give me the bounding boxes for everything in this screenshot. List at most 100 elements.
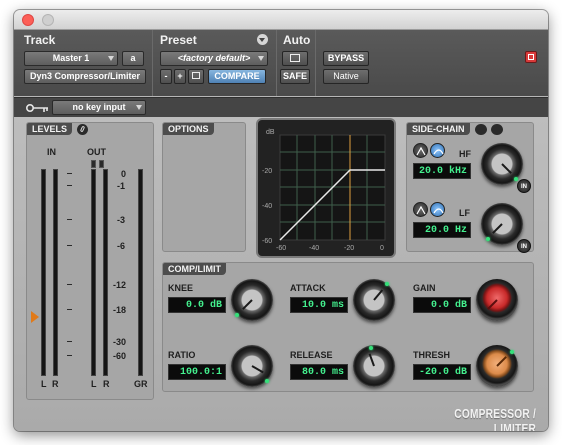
out-meter-right <box>103 169 108 376</box>
scale-tick <box>67 245 72 246</box>
knob-indicator <box>501 163 512 174</box>
hf-bypass-button[interactable] <box>413 143 428 158</box>
y-tick: -20 <box>262 168 272 175</box>
knob-indicator <box>487 299 498 310</box>
window-close-icon[interactable] <box>22 14 34 26</box>
comp-limit-title: COMP/LIMIT <box>163 263 226 275</box>
safe-button[interactable]: SAFE <box>280 69 310 84</box>
lf-display[interactable]: 20.0 Hz <box>413 222 471 238</box>
preset-selector[interactable]: <factory default> <box>160 51 268 66</box>
knob-indicator <box>496 356 507 367</box>
ratio-knob[interactable] <box>231 345 273 387</box>
hf-knob[interactable] <box>481 143 523 185</box>
hf-filter-type-button[interactable] <box>430 143 445 158</box>
lf-in-button[interactable]: IN <box>517 239 531 253</box>
preset-menu-icon[interactable] <box>257 34 268 45</box>
knob-indicator <box>368 353 375 367</box>
key-input-bar: no key input <box>14 97 548 117</box>
next-preset-button[interactable]: + <box>174 69 186 84</box>
plugin-header: Track Master 1 a Dyn3 Compressor/Limiter… <box>14 30 548 96</box>
options-title: OPTIONS <box>163 123 214 135</box>
ratio-display[interactable]: 100.0:1 <box>168 364 226 380</box>
attack-knob[interactable] <box>353 279 395 321</box>
link-shape <box>79 125 86 133</box>
knob-indicator <box>492 223 503 234</box>
previous-preset-button[interactable]: - <box>160 69 172 84</box>
key-icon <box>26 104 48 112</box>
y-tick: -40 <box>262 203 272 210</box>
thresh-knob[interactable] <box>476 345 518 387</box>
link-icon[interactable] <box>77 124 88 135</box>
levels-title: LEVELS <box>27 123 73 135</box>
knob-value-dot <box>235 313 239 317</box>
in-label: IN <box>47 147 56 157</box>
listen-icon[interactable] <box>491 124 503 135</box>
scale-label: -12 <box>113 280 127 290</box>
preset-name: <factory default> <box>177 53 251 63</box>
out-peak-left[interactable] <box>91 160 96 168</box>
insert-selector[interactable]: Dyn3 Compressor/Limiter <box>24 69 146 84</box>
scale-tick <box>67 173 72 174</box>
in-meter-left <box>41 169 46 376</box>
thresh-label: THRESH <box>413 350 451 360</box>
gain-label: GAIN <box>413 283 436 293</box>
gr-label: GR <box>134 379 148 389</box>
out-label: OUT <box>87 147 106 157</box>
knob-indicator <box>242 299 253 310</box>
release-knob[interactable] <box>353 345 395 387</box>
gain-display[interactable]: 0.0 dB <box>413 297 471 313</box>
scale-tick <box>67 284 72 285</box>
scale-label: 0 <box>121 169 127 179</box>
target-insert-button[interactable] <box>525 51 537 63</box>
out-left-label: L <box>91 379 97 389</box>
bypass-button[interactable]: BYPASS <box>323 51 369 66</box>
in-right-label: R <box>52 379 59 389</box>
knob-indicator <box>373 289 384 301</box>
header-divider <box>315 30 316 96</box>
lf-filter-type-button[interactable] <box>430 202 445 217</box>
knob-indicator <box>251 365 264 374</box>
transfer-graph-svg: dB -20 -40 -60 -60 -40 -20 0 <box>262 129 386 252</box>
release-display[interactable]: 80.0 ms <box>290 364 348 380</box>
scale-label: -6 <box>117 241 126 251</box>
filter-icon <box>433 149 444 155</box>
hf-display[interactable]: 20.0 kHz <box>413 163 471 179</box>
ratio-label: RATIO <box>168 350 196 360</box>
automation-button[interactable] <box>282 51 308 66</box>
window-minimize-icon[interactable] <box>42 14 54 26</box>
lf-bypass-button[interactable] <box>413 202 428 217</box>
hf-in-button[interactable]: IN <box>517 179 531 193</box>
key-listen-icon[interactable] <box>475 124 487 135</box>
chevron-down-icon <box>108 56 114 61</box>
sidechain-title: SIDE-CHAIN <box>407 123 470 135</box>
scale-tick <box>67 355 72 356</box>
title-bar <box>14 10 548 30</box>
in-meter-right <box>53 169 58 376</box>
copy-settings-button[interactable] <box>188 69 204 84</box>
track-selector[interactable]: Master 1 <box>24 51 118 66</box>
scale-tick <box>67 341 72 342</box>
lf-label: LF <box>459 208 470 218</box>
out-peak-right[interactable] <box>99 160 104 168</box>
sidechain-panel: SIDE-CHAIN HF 20.0 kHz IN LF 20.0 Hz IN <box>406 122 534 253</box>
knee-display[interactable]: 0.0 dB <box>168 297 226 313</box>
scale-tick <box>67 309 72 310</box>
knob-value-dot <box>265 379 269 383</box>
key-input-selector[interactable]: no key input <box>52 100 146 115</box>
channel-selector[interactable]: a <box>122 51 144 66</box>
header-divider <box>276 30 277 96</box>
automation-icon <box>290 54 300 62</box>
compare-button[interactable]: COMPARE <box>208 69 266 84</box>
attack-display[interactable]: 10.0 ms <box>290 297 348 313</box>
gain-knob[interactable] <box>476 279 518 321</box>
scale-tick <box>67 219 72 220</box>
knob-value-dot <box>385 282 389 286</box>
gr-meter <box>138 169 143 376</box>
out-right-label: R <box>103 379 110 389</box>
knob-value-dot <box>514 177 518 181</box>
lf-knob[interactable] <box>481 203 523 245</box>
filter-icon <box>416 205 426 215</box>
threshold-marker-icon[interactable] <box>31 311 39 323</box>
knee-knob[interactable] <box>231 279 273 321</box>
thresh-display[interactable]: -20.0 dB <box>413 364 471 380</box>
